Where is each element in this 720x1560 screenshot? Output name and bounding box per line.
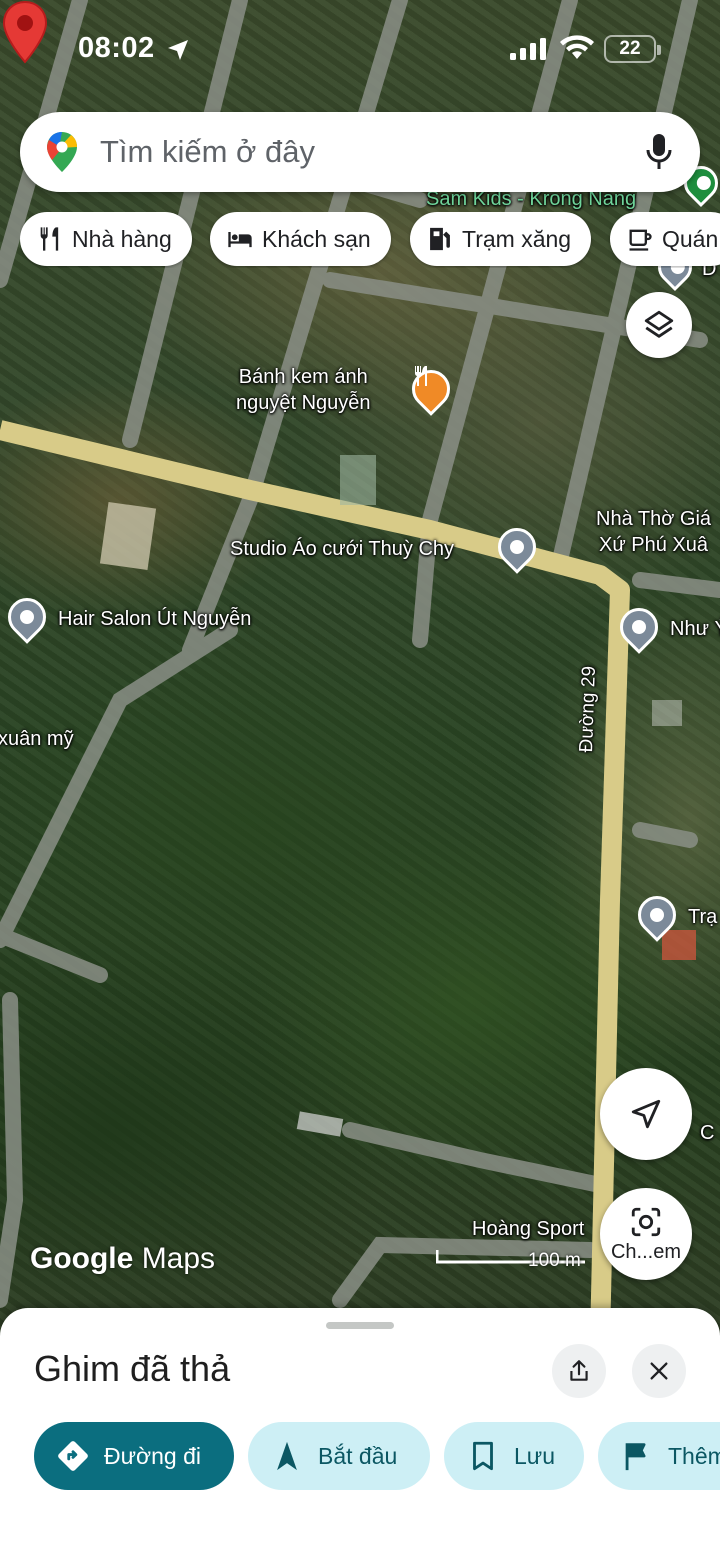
google-maps-logo-icon [47, 132, 77, 172]
start-label: Bắt đầu [318, 1442, 398, 1469]
bookmark-icon [473, 1441, 493, 1471]
close-button[interactable] [632, 1344, 686, 1398]
search-input[interactable]: Tìm kiếm ở đây [100, 134, 315, 170]
poi-label-c-partial: C [700, 1122, 715, 1144]
poi-label-hoang-sport[interactable]: Hoàng Sport [472, 1216, 584, 1242]
gas-station-icon [430, 227, 450, 251]
google-maps-wordmark: Google Maps [30, 1242, 216, 1275]
navigation-arrow-icon [631, 1099, 661, 1129]
poi-label-studio[interactable]: Studio Áo cưới Thuỳ Chy [230, 536, 454, 562]
share-button[interactable] [552, 1344, 606, 1398]
status-time: 08:02 [78, 32, 155, 64]
location-arrow-icon [168, 40, 188, 60]
chip-label: Nhà hàng [72, 225, 172, 252]
share-icon [570, 1360, 588, 1381]
poi-label-nhu-y[interactable]: Như Ý [670, 616, 720, 642]
layers-button[interactable] [626, 292, 692, 358]
directions-button[interactable]: Đường đi [34, 1422, 234, 1490]
poi-label-banh-kem[interactable]: Bánh kem ánh nguyệt Nguyễn [236, 364, 371, 416]
navigation-arrow-icon [277, 1441, 297, 1471]
sheet-title: Ghim đã thả [34, 1348, 231, 1389]
camera-search-icon [631, 1207, 661, 1236]
wifi-icon [560, 35, 594, 59]
microphone-icon[interactable] [644, 132, 674, 172]
close-icon [650, 1362, 668, 1380]
directions-icon [58, 1441, 88, 1471]
battery-indicator: 22 [604, 35, 661, 63]
drag-handle[interactable] [326, 1322, 394, 1329]
cafe-icon [629, 229, 652, 251]
restaurant-icon [40, 227, 59, 251]
poi-label-xuan-my[interactable]: xuân mỹ [0, 726, 74, 752]
chip-restaurant[interactable]: Nhà hàng [20, 212, 192, 266]
search-bar[interactable]: Tìm kiếm ở đây [20, 112, 700, 192]
poi-label-hair-salon[interactable]: Hair Salon Út Nguyễn [58, 606, 251, 632]
more-label: Thêm [668, 1442, 720, 1469]
fork-knife-icon [412, 366, 450, 404]
category-chips: Nhà hàng Khách sạn Trạm xăng Quán [20, 212, 720, 268]
save-label: Lưu [514, 1442, 555, 1469]
hotel-icon [228, 232, 252, 248]
cell-signal-icon [510, 38, 546, 60]
my-location-button[interactable] [600, 1068, 692, 1160]
chip-gas-station[interactable]: Trạm xăng [410, 212, 592, 266]
chip-label: Quán [662, 225, 719, 252]
poi-label-tram[interactable]: Trạ [688, 904, 717, 930]
lens-button[interactable]: Ch...em [600, 1188, 692, 1280]
chip-hotel[interactable]: Khách sạn [210, 212, 391, 266]
poi-label-nha-tho[interactable]: Nhà Thờ Giá Xứ Phú Xuâ [596, 506, 711, 558]
save-button[interactable]: Lưu [444, 1422, 584, 1490]
flag-icon [625, 1443, 646, 1471]
scale-label: 100 m [528, 1250, 581, 1271]
chip-label: Khách sạn [262, 225, 371, 252]
layers-icon [644, 310, 674, 338]
action-row: Đường đi Bắt đầu Lưu Thêm [0, 1422, 720, 1492]
lens-label: Ch...em [610, 1240, 682, 1263]
directions-label: Đường đi [104, 1442, 201, 1469]
start-button[interactable]: Bắt đầu [248, 1422, 430, 1490]
chip-cafe[interactable]: Quán [610, 212, 720, 266]
chip-label: Trạm xăng [462, 225, 572, 252]
place-bottom-sheet[interactable]: Ghim đã thả Đường đi Bắt đầu Lưu Thêm [0, 1308, 720, 1560]
more-button[interactable]: Thêm [598, 1422, 720, 1490]
status-bar: 08:02 22 [0, 0, 720, 100]
road-label-duong-29: Đường 29 [575, 665, 601, 753]
